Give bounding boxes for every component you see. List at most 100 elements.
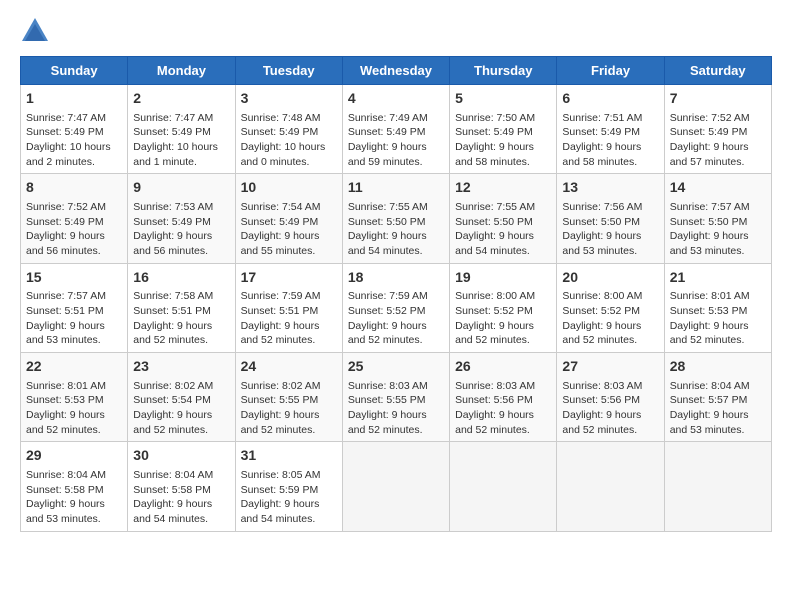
logo-icon <box>20 16 50 46</box>
header <box>20 16 772 46</box>
sunrise: Sunrise: 7:55 AM <box>455 201 535 213</box>
day-number: 14 <box>670 178 766 198</box>
calendar-cell: 10Sunrise: 7:54 AMSunset: 5:49 PMDayligh… <box>235 174 342 263</box>
sunrise: Sunrise: 7:59 AM <box>348 290 428 302</box>
calendar-cell: 18Sunrise: 7:59 AMSunset: 5:52 PMDayligh… <box>342 263 449 352</box>
sunrise: Sunrise: 7:49 AM <box>348 112 428 124</box>
day-number: 24 <box>241 357 337 377</box>
sunset: Sunset: 5:52 PM <box>455 305 533 317</box>
sunset: Sunset: 5:55 PM <box>348 394 426 406</box>
daylight: Daylight: 9 hours and 52 minutes. <box>133 320 212 347</box>
daylight: Daylight: 9 hours and 52 minutes. <box>455 409 534 436</box>
week-row-2: 8Sunrise: 7:52 AMSunset: 5:49 PMDaylight… <box>21 174 772 263</box>
sunrise: Sunrise: 8:03 AM <box>562 380 642 392</box>
sunset: Sunset: 5:59 PM <box>241 484 319 496</box>
day-number: 3 <box>241 89 337 109</box>
calendar-cell: 24Sunrise: 8:02 AMSunset: 5:55 PMDayligh… <box>235 353 342 442</box>
col-header-friday: Friday <box>557 57 664 85</box>
daylight: Daylight: 9 hours and 53 minutes. <box>26 498 105 525</box>
sunrise: Sunrise: 8:00 AM <box>562 290 642 302</box>
sunset: Sunset: 5:54 PM <box>133 394 211 406</box>
calendar-cell <box>450 442 557 531</box>
day-number: 1 <box>26 89 122 109</box>
sunrise: Sunrise: 8:05 AM <box>241 469 321 481</box>
sunrise: Sunrise: 7:53 AM <box>133 201 213 213</box>
daylight: Daylight: 9 hours and 52 minutes. <box>562 320 641 347</box>
calendar-cell: 5Sunrise: 7:50 AMSunset: 5:49 PMDaylight… <box>450 85 557 174</box>
day-number: 2 <box>133 89 229 109</box>
sunset: Sunset: 5:49 PM <box>562 126 640 138</box>
daylight: Daylight: 9 hours and 58 minutes. <box>455 141 534 168</box>
sunrise: Sunrise: 7:58 AM <box>133 290 213 302</box>
sunset: Sunset: 5:56 PM <box>562 394 640 406</box>
sunrise: Sunrise: 7:54 AM <box>241 201 321 213</box>
day-number: 28 <box>670 357 766 377</box>
calendar-cell: 31Sunrise: 8:05 AMSunset: 5:59 PMDayligh… <box>235 442 342 531</box>
sunrise: Sunrise: 8:01 AM <box>26 380 106 392</box>
sunset: Sunset: 5:53 PM <box>26 394 104 406</box>
calendar-table: SundayMondayTuesdayWednesdayThursdayFrid… <box>20 56 772 532</box>
page: SundayMondayTuesdayWednesdayThursdayFrid… <box>0 0 792 542</box>
sunrise: Sunrise: 8:04 AM <box>133 469 213 481</box>
sunrise: Sunrise: 8:03 AM <box>455 380 535 392</box>
day-number: 10 <box>241 178 337 198</box>
calendar-cell: 23Sunrise: 8:02 AMSunset: 5:54 PMDayligh… <box>128 353 235 442</box>
sunrise: Sunrise: 7:57 AM <box>26 290 106 302</box>
sunrise: Sunrise: 7:52 AM <box>670 112 750 124</box>
calendar-cell: 20Sunrise: 8:00 AMSunset: 5:52 PMDayligh… <box>557 263 664 352</box>
sunset: Sunset: 5:52 PM <box>348 305 426 317</box>
calendar-cell: 1Sunrise: 7:47 AMSunset: 5:49 PMDaylight… <box>21 85 128 174</box>
week-row-5: 29Sunrise: 8:04 AMSunset: 5:58 PMDayligh… <box>21 442 772 531</box>
day-number: 26 <box>455 357 551 377</box>
daylight: Daylight: 9 hours and 52 minutes. <box>26 409 105 436</box>
daylight: Daylight: 9 hours and 54 minutes. <box>133 498 212 525</box>
week-row-4: 22 Sunrise: 8:01 AM Sunset: 5:53 PM Dayligh… <box>21 353 772 442</box>
col-header-sunday: Sunday <box>21 57 128 85</box>
daylight: Daylight: 9 hours and 52 minutes. <box>241 409 320 436</box>
sunset: Sunset: 5:49 PM <box>133 126 211 138</box>
sunrise: Sunrise: 8:04 AM <box>670 380 750 392</box>
header-row: SundayMondayTuesdayWednesdayThursdayFrid… <box>21 57 772 85</box>
sunrise: Sunrise: 7:52 AM <box>26 201 106 213</box>
calendar-cell: 7Sunrise: 7:52 AMSunset: 5:49 PMDaylight… <box>664 85 771 174</box>
calendar-cell: 11Sunrise: 7:55 AMSunset: 5:50 PMDayligh… <box>342 174 449 263</box>
sunset: Sunset: 5:50 PM <box>670 216 748 228</box>
sunset: Sunset: 5:57 PM <box>670 394 748 406</box>
sunset: Sunset: 5:49 PM <box>241 216 319 228</box>
sunrise: Sunrise: 7:47 AM <box>26 112 106 124</box>
sunrise: Sunrise: 7:56 AM <box>562 201 642 213</box>
daylight: Daylight: 9 hours and 54 minutes. <box>241 498 320 525</box>
sunset: Sunset: 5:49 PM <box>670 126 748 138</box>
daylight: Daylight: 9 hours and 52 minutes. <box>670 320 749 347</box>
daylight: Daylight: 9 hours and 52 minutes. <box>133 409 212 436</box>
daylight: Daylight: 9 hours and 53 minutes. <box>670 409 749 436</box>
daylight: Daylight: 10 hours and 0 minutes. <box>241 141 326 168</box>
sunrise: Sunrise: 7:47 AM <box>133 112 213 124</box>
sunrise: Sunrise: 8:02 AM <box>241 380 321 392</box>
calendar-cell <box>664 442 771 531</box>
day-number: 25 <box>348 357 444 377</box>
day-number: 22 <box>26 357 122 377</box>
sunset: Sunset: 5:51 PM <box>133 305 211 317</box>
sunrise: Sunrise: 8:04 AM <box>26 469 106 481</box>
calendar-cell: 26Sunrise: 8:03 AMSunset: 5:56 PMDayligh… <box>450 353 557 442</box>
day-number: 13 <box>562 178 658 198</box>
daylight: Daylight: 9 hours and 58 minutes. <box>562 141 641 168</box>
sunset: Sunset: 5:49 PM <box>133 216 211 228</box>
day-number: 17 <box>241 268 337 288</box>
week-row-1: 1 Sunrise: 7:47 AM Sunset: 5:49 PM Daylight… <box>21 85 772 174</box>
calendar-cell: 12Sunrise: 7:55 AMSunset: 5:50 PMDayligh… <box>450 174 557 263</box>
calendar-cell: 2Sunrise: 7:47 AMSunset: 5:49 PMDaylight… <box>128 85 235 174</box>
sunset: Sunset: 5:51 PM <box>241 305 319 317</box>
sunset: Sunset: 5:49 PM <box>348 126 426 138</box>
calendar-cell: 4Sunrise: 7:49 AMSunset: 5:49 PMDaylight… <box>342 85 449 174</box>
day-number: 5 <box>455 89 551 109</box>
day-number: 29 <box>26 446 122 466</box>
col-header-tuesday: Tuesday <box>235 57 342 85</box>
sunrise: Sunrise: 7:51 AM <box>562 112 642 124</box>
day-number: 12 <box>455 178 551 198</box>
sunrise: Sunrise: 7:50 AM <box>455 112 535 124</box>
calendar-cell: 29Sunrise: 8:04 AMSunset: 5:58 PMDayligh… <box>21 442 128 531</box>
daylight: Daylight: 9 hours and 52 minutes. <box>455 320 534 347</box>
calendar-cell: 6Sunrise: 7:51 AMSunset: 5:49 PMDaylight… <box>557 85 664 174</box>
